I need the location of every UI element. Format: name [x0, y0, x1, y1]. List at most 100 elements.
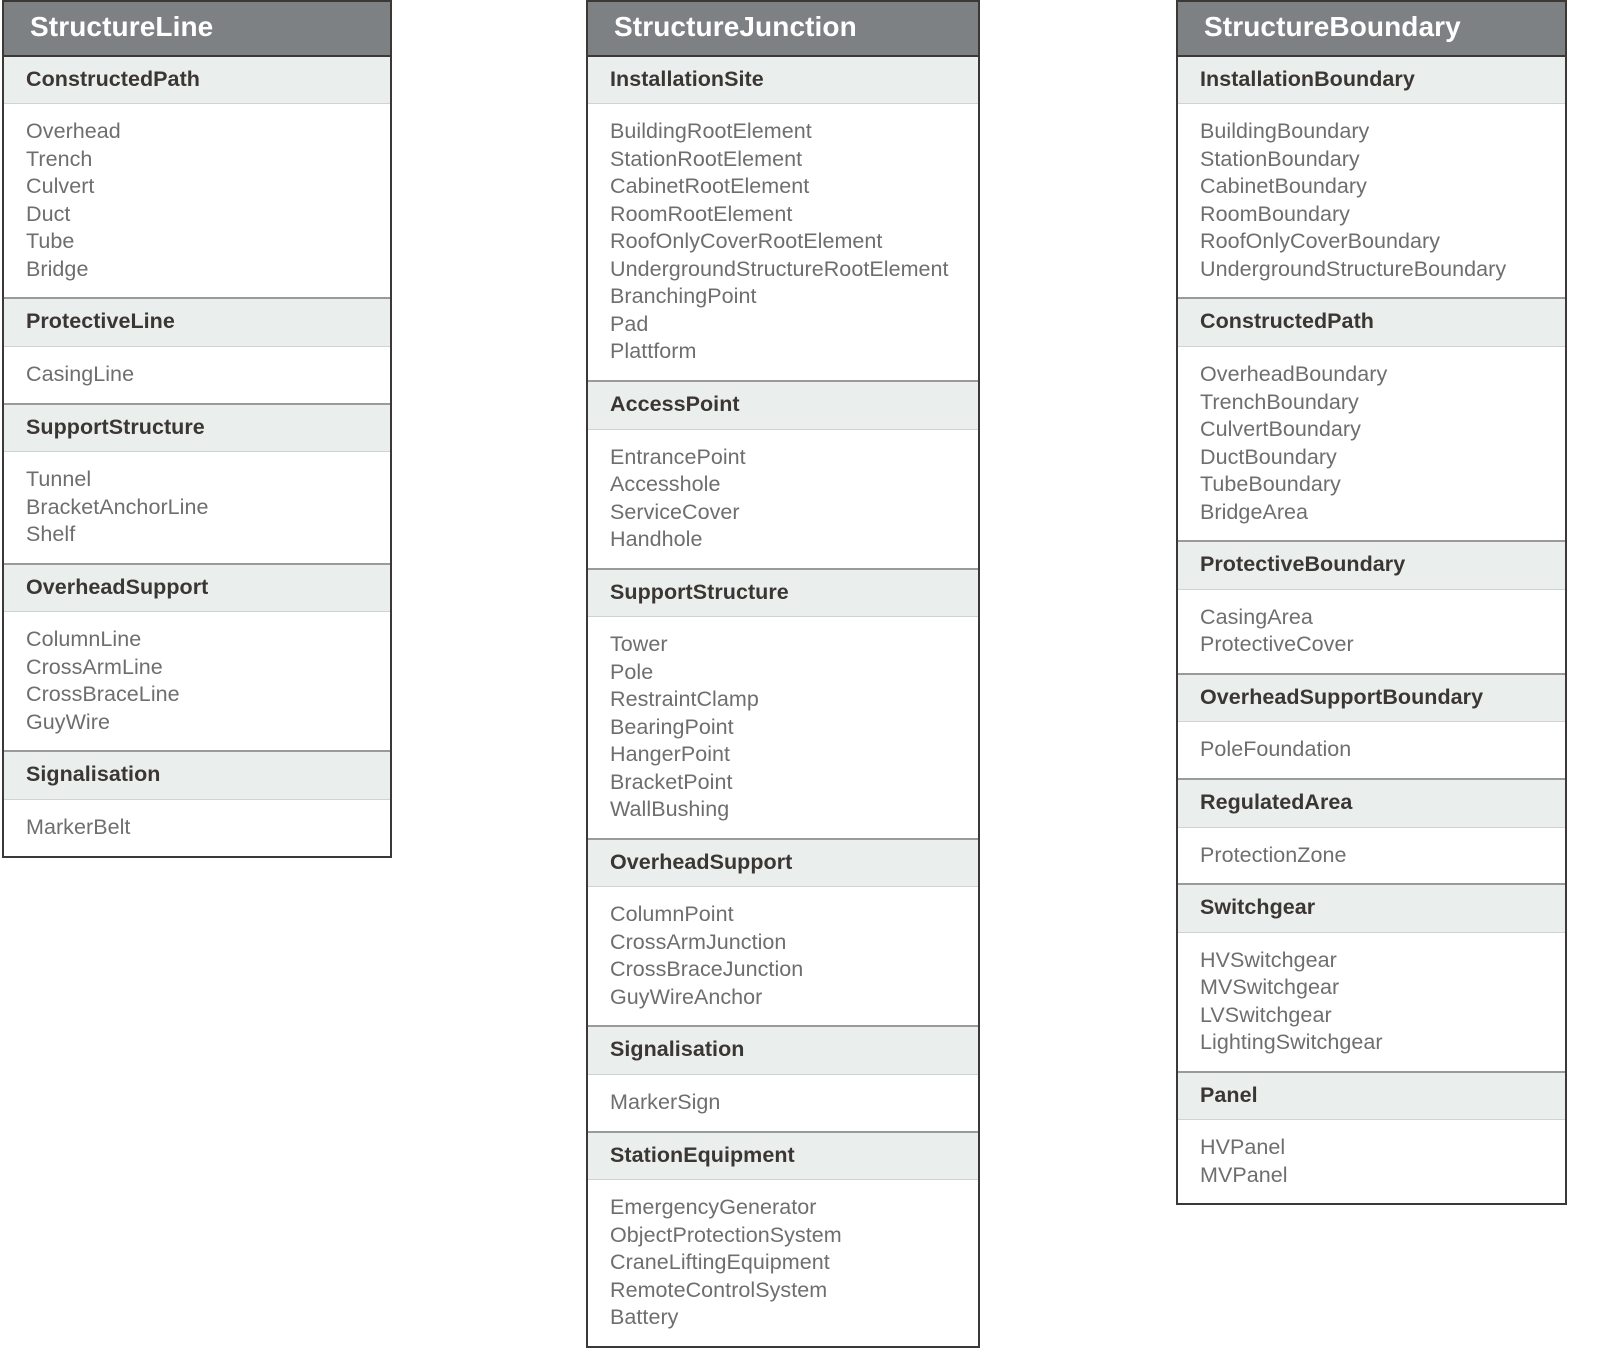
list-item: MarkerBelt	[26, 815, 131, 839]
list-item: GuyWireAnchor	[610, 984, 763, 1009]
section-item-list: Tower Pole RestraintClamp BearingPoint Hange…	[588, 617, 978, 838]
table-section: Switchgear HVSwitchgear MVSwitchgear LVSwit…	[1178, 883, 1565, 1071]
section-item-list: BuildingRootElement StationRootElement Cab…	[588, 104, 978, 380]
list-item: MVSwitchgear	[1200, 975, 1340, 1000]
table-section: RegulatedArea ProtectionZone	[1178, 777, 1565, 883]
list-item: CrossArmLine	[26, 654, 163, 679]
list-item: CrossBraceJunction	[610, 957, 804, 982]
section-header: ProtectiveBoundary	[1178, 542, 1565, 590]
section-header: ConstructedPath	[4, 56, 390, 105]
section-item-list: PoleFoundation	[1178, 722, 1565, 778]
list-item: ColumnPoint	[610, 902, 734, 927]
table-title: StructureBoundary	[1178, 2, 1565, 57]
list-item: TubeBoundary	[1200, 472, 1341, 497]
list-item: ColumnLine	[26, 627, 142, 652]
list-item: Battery	[610, 1305, 679, 1330]
table-section: SupportStructure Tower Pole RestraintClamp B…	[588, 567, 978, 838]
list-item: LVSwitchgear	[1200, 1002, 1332, 1027]
list-item: ServiceCover	[610, 499, 740, 524]
list-item: Overhead	[26, 119, 121, 144]
table-body: InstallationSite BuildingRootElement Stati…	[588, 56, 978, 1346]
list-item: EntrancePoint	[610, 444, 746, 469]
list-item: MarkerSign	[610, 1090, 721, 1114]
list-item: PoleFoundation	[1200, 737, 1352, 762]
section-header: SupportStructure	[588, 569, 978, 618]
structure-line-table: StructureLine ConstructedPath Overhead Tre…	[2, 0, 392, 858]
section-header: ProtectiveLine	[4, 299, 390, 348]
table-body: InstallationBoundary BuildingBoundary Stat…	[1178, 56, 1565, 1204]
table-section: Signalisation MarkerBelt	[4, 750, 390, 856]
list-item: RestraintClamp	[610, 687, 759, 712]
list-item: Tube	[26, 229, 75, 254]
table-section: ProtectiveBoundary CasingArea ProtectiveCo…	[1178, 540, 1565, 673]
list-item: OverheadBoundary	[1200, 362, 1388, 387]
list-item: TrenchBoundary	[1200, 389, 1359, 414]
section-header: RegulatedArea	[1178, 779, 1565, 828]
table-body: ConstructedPath Overhead Trench Culvert Duct…	[4, 56, 390, 856]
section-header: Signalisation	[4, 752, 390, 800]
list-item: CulvertBoundary	[1200, 417, 1361, 442]
list-item: RoofOnlyCoverRootElement	[610, 229, 883, 254]
section-header: OverheadSupport	[4, 564, 390, 613]
diagram-canvas: StructureLine ConstructedPath Overhead Tre…	[0, 0, 1602, 1364]
table-section: OverheadSupport ColumnPoint CrossArmJuncti…	[588, 837, 978, 1026]
list-item: EmergencyGenerator	[610, 1195, 817, 1220]
list-item: GuyWire	[26, 709, 110, 734]
list-item: WallBushing	[610, 797, 730, 822]
list-item: StationBoundary	[1200, 146, 1360, 171]
list-item: ProtectiveCover	[1200, 632, 1354, 657]
section-header: ConstructedPath	[1178, 299, 1565, 348]
list-item: ProtectionZone	[1200, 842, 1347, 867]
section-item-list: ColumnPoint CrossArmJunction CrossBraceJun…	[588, 887, 978, 1026]
table-section: Panel HVPanel MVPanel	[1178, 1070, 1565, 1204]
section-header: AccessPoint	[588, 381, 978, 430]
list-item: LightingSwitchgear	[1200, 1030, 1383, 1055]
table-title: StructureJunction	[588, 2, 978, 57]
table-section: AccessPoint EntrancePoint Accesshole Servic…	[588, 379, 978, 568]
list-item: Trench	[26, 146, 93, 171]
table-section: InstallationBoundary BuildingBoundary Stat…	[1178, 56, 1565, 298]
section-header: OverheadSupport	[588, 839, 978, 888]
list-item: CrossArmJunction	[610, 929, 787, 954]
list-item: CrossBraceLine	[26, 682, 180, 707]
list-item: Tunnel	[26, 467, 92, 492]
section-header: StationEquipment	[588, 1132, 978, 1181]
section-item-list: EntrancePoint Accesshole ServiceCover Handh…	[588, 429, 978, 568]
list-item: CraneLiftingEquipment	[610, 1250, 830, 1275]
list-item: Bridge	[26, 256, 89, 281]
list-item: Accesshole	[610, 472, 721, 497]
list-item: MVPanel	[1200, 1162, 1288, 1187]
section-item-list: BuildingBoundary StationBoundary CabinetBo…	[1178, 104, 1565, 298]
list-item: BuildingBoundary	[1200, 119, 1370, 144]
list-item: Tower	[610, 632, 668, 657]
section-item-list: OverheadBoundary TrenchBoundary CulvertBou…	[1178, 347, 1565, 541]
section-header: InstallationSite	[588, 56, 978, 105]
list-item: ObjectProtectionSystem	[610, 1222, 842, 1247]
list-item: CabinetRootElement	[610, 174, 810, 199]
list-item: Shelf	[26, 522, 76, 547]
list-item: Culvert	[26, 174, 95, 199]
section-item-list: Overhead Trench Culvert Duct Tube Bridge	[4, 104, 390, 298]
list-item: Plattform	[610, 339, 697, 364]
section-item-list: CasingArea ProtectiveCover	[1178, 589, 1565, 673]
table-section: SupportStructure Tunnel BracketAnchorLine S…	[4, 402, 390, 563]
list-item: Pad	[610, 311, 649, 336]
list-item: Duct	[26, 201, 71, 226]
structure-junction-table: StructureJunction InstallationSite Buildi…	[586, 0, 980, 1348]
structure-boundary-table: StructureBoundary InstallationBoundary Bu…	[1176, 0, 1567, 1206]
section-item-list: Tunnel BracketAnchorLine Shelf	[4, 452, 390, 563]
table-section: ConstructedPath Overhead Trench Culvert Duct…	[4, 56, 390, 298]
section-item-list: HVPanel MVPanel	[1178, 1120, 1565, 1204]
list-item: CabinetBoundary	[1200, 174, 1367, 199]
section-header: InstallationBoundary	[1178, 56, 1565, 105]
table-section: OverheadSupport ColumnLine CrossArmLine Cro…	[4, 562, 390, 751]
table-section: ProtectiveLine CasingLine	[4, 297, 390, 403]
section-item-list: MarkerBelt	[4, 800, 390, 856]
section-item-list: EmergencyGenerator ObjectProtectionSystem…	[588, 1180, 978, 1346]
table-section: InstallationSite BuildingRootElement Stati…	[588, 56, 978, 380]
table-section: ConstructedPath OverheadBoundary TrenchBou…	[1178, 297, 1565, 541]
section-item-list: HVSwitchgear MVSwitchgear LVSwitchgear Ligh…	[1178, 932, 1565, 1071]
table-section: StationEquipment EmergencyGenerator Object…	[588, 1130, 978, 1346]
list-item: Handhole	[610, 527, 703, 552]
table-title: StructureLine	[4, 2, 390, 57]
